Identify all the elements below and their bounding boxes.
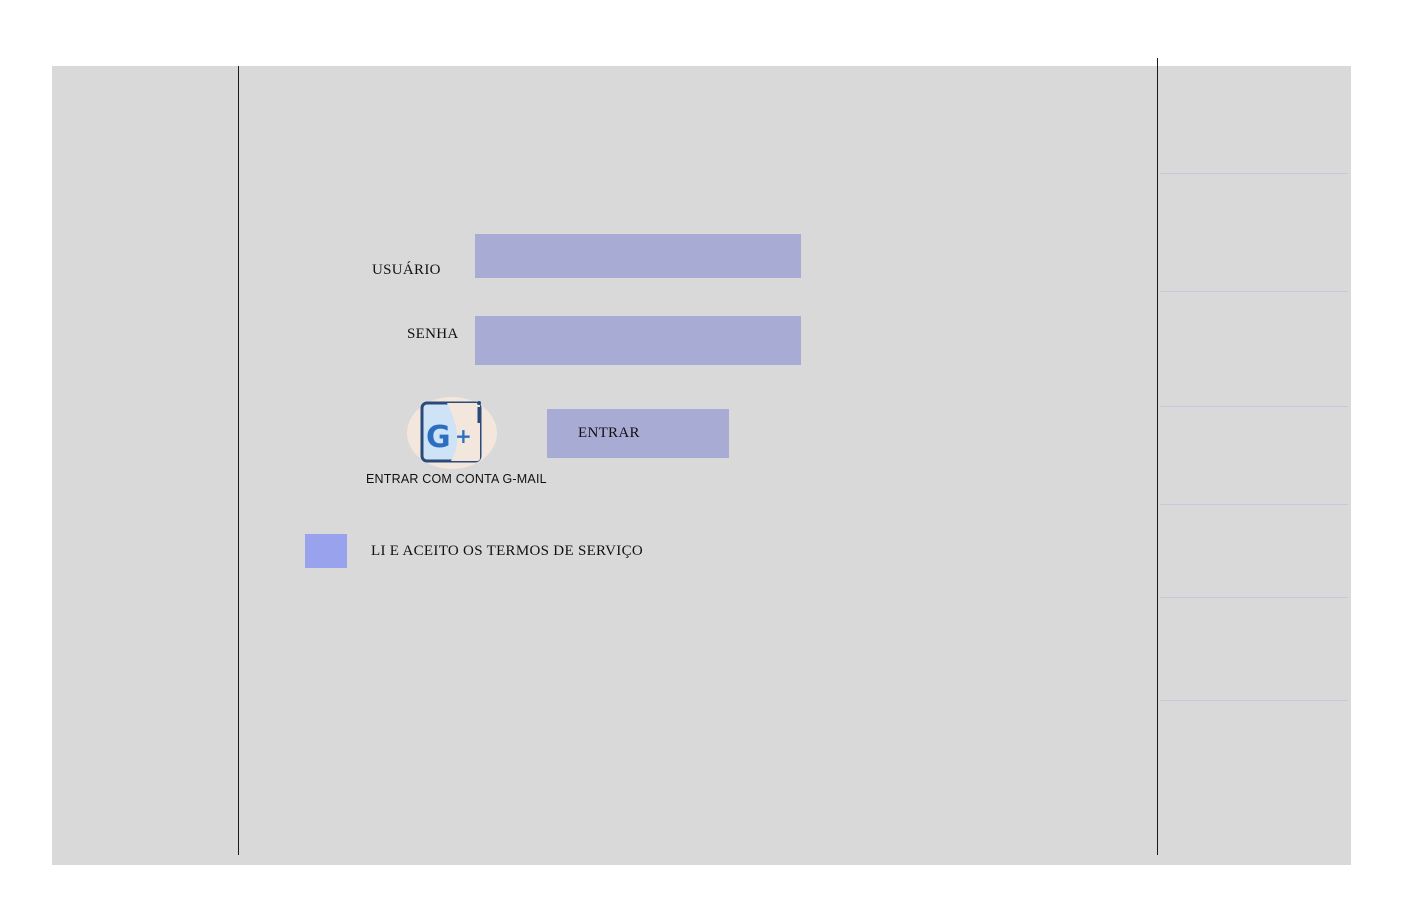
- entrar-button[interactable]: ENTRAR: [547, 409, 729, 458]
- terms-checkbox[interactable]: [305, 534, 347, 568]
- usuario-label: USUÁRIO: [372, 262, 441, 278]
- google-login-caption: ENTRAR COM CONTA G-MAIL: [366, 472, 547, 486]
- right-divider: [1157, 58, 1158, 855]
- terms-label: LI E ACEITO OS TERMOS DE SERVIÇO: [371, 543, 644, 559]
- right-column-separator: [1160, 173, 1348, 174]
- svg-text:+: +: [455, 424, 472, 448]
- google-login-button[interactable]: G +: [407, 397, 497, 469]
- right-column-separator: [1160, 406, 1348, 407]
- right-column-separator: [1160, 597, 1348, 598]
- senha-label: SENHA: [407, 326, 459, 342]
- right-column-separator: [1160, 291, 1348, 292]
- senha-input[interactable]: [475, 316, 801, 365]
- left-divider: [238, 66, 239, 855]
- svg-text:G: G: [426, 420, 451, 455]
- right-column-separator: [1160, 504, 1348, 505]
- right-column-separator: [1160, 700, 1348, 701]
- usuario-input[interactable]: [475, 234, 801, 278]
- google-plus-icon: G +: [420, 401, 482, 463]
